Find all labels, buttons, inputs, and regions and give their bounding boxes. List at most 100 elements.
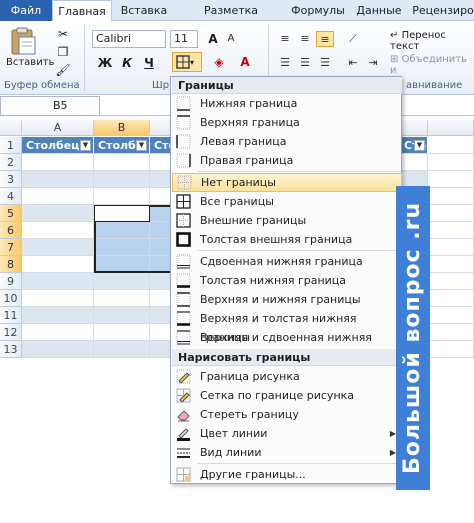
font-name-combo[interactable]: Calibri: [92, 30, 166, 48]
menu-item-top-bottom-border[interactable]: Верхняя и нижняя границы: [172, 290, 402, 309]
increase-indent-icon[interactable]: ⇥: [364, 55, 382, 71]
menu-item-top-border[interactable]: Верхняя граница: [172, 113, 402, 132]
menu-item-line-style[interactable]: Вид линии ▶: [172, 443, 402, 462]
italic-button[interactable]: К: [118, 54, 136, 72]
grid-cell[interactable]: [22, 171, 94, 188]
menu-item-more-borders[interactable]: Другие границы...: [172, 465, 402, 484]
menu-item-thick-bottom-border[interactable]: Толстая нижняя граница: [172, 271, 402, 290]
column-header-a[interactable]: A: [22, 120, 94, 136]
grid-cell[interactable]: [428, 205, 474, 222]
paste-button-label[interactable]: Вставить: [6, 57, 54, 68]
grid-cell[interactable]: [22, 307, 94, 324]
tab-review[interactable]: Рецензиро: [408, 0, 474, 21]
grid-cell[interactable]: [400, 154, 428, 171]
row-header[interactable]: 3: [0, 171, 22, 188]
filter-dropdown-icon[interactable]: ▼: [414, 140, 425, 151]
row-header[interactable]: 10: [0, 290, 22, 307]
row-header[interactable]: 8: [0, 256, 22, 273]
grid-cell[interactable]: [22, 222, 94, 239]
tab-home[interactable]: Главная: [52, 0, 112, 22]
row-header[interactable]: 1: [0, 137, 22, 154]
grid-cell[interactable]: [94, 239, 150, 256]
grid-cell[interactable]: [94, 222, 150, 239]
align-top-icon[interactable]: ≡: [276, 31, 294, 47]
column-header-g[interactable]: [400, 120, 428, 136]
grid-cell[interactable]: [428, 324, 474, 341]
name-box[interactable]: B5: [0, 96, 100, 116]
grid-cell[interactable]: [94, 290, 150, 307]
menu-item-line-color[interactable]: Цвет линии ▶: [172, 424, 402, 443]
grid-cell[interactable]: [428, 239, 474, 256]
grid-cell[interactable]: [22, 154, 94, 171]
row-header[interactable]: 13: [0, 341, 22, 358]
grid-cell[interactable]: [94, 154, 150, 171]
grow-font-icon[interactable]: A: [204, 31, 222, 47]
grid-cell[interactable]: [428, 222, 474, 239]
menu-item-bottom-border[interactable]: Нижняя граница: [172, 94, 402, 113]
bold-button[interactable]: Ж: [96, 54, 114, 72]
row-header[interactable]: 5: [0, 205, 22, 222]
grid-cell[interactable]: [428, 171, 474, 188]
row-header[interactable]: 11: [0, 307, 22, 324]
grid-cell[interactable]: [428, 188, 474, 205]
wrap-text-button[interactable]: ↵ Перенос текст: [390, 30, 474, 52]
grid-cell[interactable]: [22, 273, 94, 290]
align-right-icon[interactable]: ☰: [316, 55, 334, 71]
tab-data[interactable]: Данные: [352, 0, 406, 21]
align-left-icon[interactable]: ☰: [276, 55, 294, 71]
grid-cell[interactable]: [94, 273, 150, 290]
tab-formulas[interactable]: Формулы: [288, 0, 348, 21]
tab-insert[interactable]: Вставка: [114, 0, 174, 21]
merge-center-button[interactable]: ⊞ Объединить и: [390, 54, 474, 76]
column-header-b[interactable]: B: [94, 120, 150, 136]
column-header-h[interactable]: [428, 120, 474, 136]
menu-item-top-double-bottom-border[interactable]: Верхняя и сдвоенная нижняя границы: [172, 328, 402, 363]
grid-cell[interactable]: [94, 256, 150, 273]
copy-icon[interactable]: ❐: [54, 44, 72, 60]
grid-cell[interactable]: [428, 273, 474, 290]
grid-cell[interactable]: [428, 137, 474, 154]
grid-cell[interactable]: [22, 256, 94, 273]
menu-item-double-bottom-border[interactable]: Сдвоенная нижняя граница: [172, 252, 402, 271]
menu-item-top-thick-bottom-border[interactable]: Верхняя и толстая нижняя границы: [172, 309, 402, 344]
grid-cell[interactable]: [94, 307, 150, 324]
fill-color-icon[interactable]: ◈: [210, 54, 228, 70]
menu-item-left-border[interactable]: Левая граница: [172, 132, 402, 151]
format-painter-icon[interactable]: 🖌: [54, 62, 72, 78]
grid-cell[interactable]: [94, 188, 150, 205]
grid-cell[interactable]: [22, 341, 94, 358]
table-header-cell[interactable]: Столбец1 ▼: [22, 137, 94, 154]
filter-dropdown-icon[interactable]: ▼: [136, 140, 147, 151]
cut-icon[interactable]: ✂: [54, 26, 72, 42]
menu-item-erase-border[interactable]: Стереть границу: [172, 405, 402, 424]
row-header[interactable]: 12: [0, 324, 22, 341]
font-size-combo[interactable]: 11: [170, 30, 198, 48]
table-header-cell[interactable]: Столбе▼: [400, 137, 449, 154]
grid-cell[interactable]: [22, 205, 94, 222]
menu-item-all-borders[interactable]: Все границы: [172, 192, 402, 211]
paste-icon[interactable]: [8, 26, 38, 56]
grid-cell[interactable]: [94, 171, 150, 188]
grid-cell[interactable]: [22, 239, 94, 256]
row-header[interactable]: 4: [0, 188, 22, 205]
grid-cell[interactable]: [428, 256, 474, 273]
grid-cell[interactable]: [94, 341, 150, 358]
select-all-corner[interactable]: [0, 120, 22, 136]
grid-cell[interactable]: [22, 188, 94, 205]
menu-item-outside-borders[interactable]: Внешние границы: [172, 211, 402, 230]
menu-item-no-border[interactable]: Нет границы: [172, 173, 402, 192]
row-header[interactable]: 9: [0, 273, 22, 290]
grid-cell[interactable]: [22, 324, 94, 341]
decrease-indent-icon[interactable]: ⇤: [344, 55, 362, 71]
menu-item-draw-border-grid[interactable]: Сетка по границе рисунка: [172, 386, 402, 405]
grid-cell[interactable]: [94, 324, 150, 341]
grid-cell[interactable]: [22, 290, 94, 307]
row-header[interactable]: 2: [0, 154, 22, 171]
font-color-icon[interactable]: A: [236, 54, 254, 70]
grid-cell[interactable]: [428, 341, 474, 358]
align-middle-icon[interactable]: ≡: [296, 31, 314, 47]
align-bottom-icon[interactable]: ≡: [316, 31, 334, 47]
align-center-icon[interactable]: ☰: [296, 55, 314, 71]
borders-dropdown-button[interactable]: ▾: [172, 52, 202, 72]
tab-page-layout[interactable]: Разметка страницы: [176, 0, 286, 38]
